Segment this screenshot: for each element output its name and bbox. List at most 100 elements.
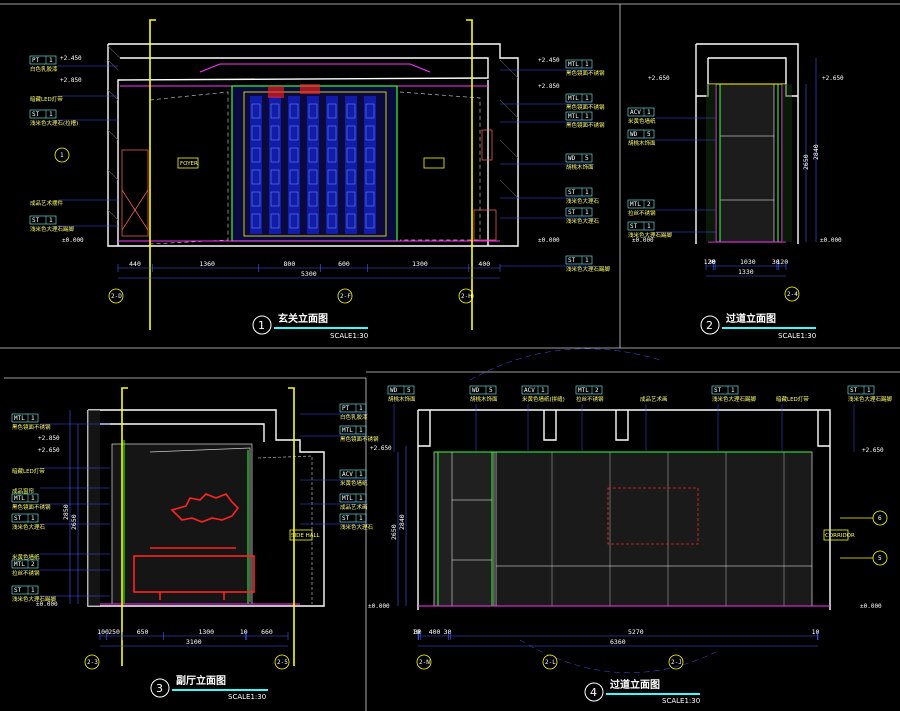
material-code: ACV xyxy=(630,109,641,116)
dimension-value: 1360 xyxy=(199,260,215,268)
material-code: WD xyxy=(472,387,480,394)
material-note: 米黄色墙纸(拼缝) xyxy=(522,395,565,403)
svg-text:2650: 2650 xyxy=(390,524,398,540)
material-note: 浅米色大理石踢脚 xyxy=(712,395,757,403)
view-scale: SCALE1:30 xyxy=(778,332,816,340)
axis-label: 2-5 xyxy=(277,659,288,666)
view-title: 过道立面图 xyxy=(610,678,660,691)
material-number: 1 xyxy=(359,515,363,522)
level-label: +2.450 xyxy=(538,57,560,64)
level-label: +2.850 xyxy=(538,83,560,90)
material-code: ST xyxy=(568,209,576,216)
material-number: 1 xyxy=(585,257,589,264)
svg-text:+2.650: +2.650 xyxy=(822,75,844,82)
axis-label: 2-N xyxy=(419,659,430,666)
level-label: +2.850 xyxy=(60,77,82,84)
material-code: MTL xyxy=(14,415,25,422)
material-code: WD xyxy=(630,131,638,138)
dimension-value: 800 xyxy=(284,260,296,268)
dimension-value: 5270 xyxy=(628,628,644,636)
material-number: 1 xyxy=(585,189,589,196)
material-number: 1 xyxy=(867,387,871,394)
material-note: 胡桃木饰面 xyxy=(388,395,416,403)
material-number: 1 xyxy=(359,427,363,434)
material-note: 白色乳胶漆 xyxy=(30,65,58,73)
dimension-value: 650 xyxy=(137,628,149,636)
view-scale: SCALE1:30 xyxy=(330,332,368,340)
dimension-value: 30 xyxy=(414,628,422,636)
material-code: PT xyxy=(32,57,40,64)
view-scale: SCALE1:30 xyxy=(662,697,700,705)
material-code: MTL xyxy=(14,495,25,502)
dimension-total: 6360 xyxy=(610,638,626,646)
material-code: MTL xyxy=(578,387,589,394)
material-code: WD xyxy=(390,387,398,394)
svg-text:2840: 2840 xyxy=(812,144,820,160)
material-code: ST xyxy=(568,257,576,264)
axis-label: 2-H xyxy=(461,293,472,300)
dimension-value: 10 xyxy=(240,628,248,636)
level-label: ±0.000 xyxy=(62,237,84,244)
material-note: 成品艺术画 xyxy=(640,395,668,403)
material-number: 1 xyxy=(647,109,651,116)
material-code: WD xyxy=(568,155,576,162)
svg-text:±0.000: ±0.000 xyxy=(820,237,842,244)
dimension-value: 10 xyxy=(812,628,820,636)
material-note: 胡桃木饰面 xyxy=(628,139,656,147)
material-code: ST xyxy=(32,217,40,224)
material-code: ACV xyxy=(342,471,353,478)
feature-wall-panel xyxy=(231,84,398,242)
view-title: 副厅立面图 xyxy=(176,674,226,687)
material-code: ST xyxy=(32,111,40,118)
material-number: 1 xyxy=(31,415,35,422)
material-number: 5 xyxy=(647,131,651,138)
dimension-value: 600 xyxy=(338,260,350,268)
material-number: 1 xyxy=(49,217,53,224)
dimension-value: 30 xyxy=(444,628,452,636)
material-number: 2 xyxy=(31,561,35,568)
svg-text:SIDE HALL: SIDE HALL xyxy=(291,533,321,539)
svg-text:±0.000: ±0.000 xyxy=(368,603,390,610)
material-code: MTL xyxy=(14,561,25,568)
svg-text:±0.000: ±0.000 xyxy=(632,237,654,244)
svg-text:+2.650: +2.650 xyxy=(862,447,884,454)
material-number: 1 xyxy=(359,405,363,412)
view-title: 过道立面图 xyxy=(726,312,776,325)
svg-text:+2.650: +2.650 xyxy=(38,447,60,454)
svg-text:+2.850: +2.850 xyxy=(38,435,60,442)
material-number: 1 xyxy=(541,387,545,394)
material-number: 1 xyxy=(585,113,589,120)
axis-label: 2-D xyxy=(111,293,122,300)
section-mark-label: 5 xyxy=(878,555,882,562)
svg-text:FOYER: FOYER xyxy=(180,161,198,167)
material-number: 5 xyxy=(489,387,493,394)
material-number: 1 xyxy=(585,61,589,68)
svg-text:1: 1 xyxy=(60,152,64,159)
level-label: +2.450 xyxy=(60,55,82,62)
material-note: 拉丝不锈钢 xyxy=(576,395,604,403)
svg-text:±0.000: ±0.000 xyxy=(36,601,58,608)
axis-label: 2-3 xyxy=(87,659,98,666)
material-number: 5 xyxy=(585,155,589,162)
material-number: 5 xyxy=(407,387,411,394)
axis-label: 2-J xyxy=(671,659,682,666)
dimension-value: 660 xyxy=(261,628,273,636)
dimension-value: 1030 xyxy=(740,258,756,266)
material-number: 1 xyxy=(31,587,35,594)
material-code: MTL xyxy=(630,201,641,208)
material-number: 1 xyxy=(647,223,651,230)
material-code: ST xyxy=(568,189,576,196)
section-mark-label: 6 xyxy=(878,515,882,522)
material-note: 拉丝不锈钢 xyxy=(628,209,656,217)
material-code: ST xyxy=(342,515,350,522)
material-note: 米黄色墙纸 xyxy=(628,117,656,125)
dimension-value: 250 xyxy=(108,628,120,636)
view-number: 3 xyxy=(156,682,163,695)
dimension-value: 100 xyxy=(97,628,109,636)
material-number: 2 xyxy=(647,201,651,208)
dimension-value: 400 xyxy=(478,260,490,268)
material-code: MTL xyxy=(568,113,579,120)
material-code: ST xyxy=(714,387,722,394)
view-number: 4 xyxy=(590,686,597,699)
material-code: MTL xyxy=(342,427,353,434)
